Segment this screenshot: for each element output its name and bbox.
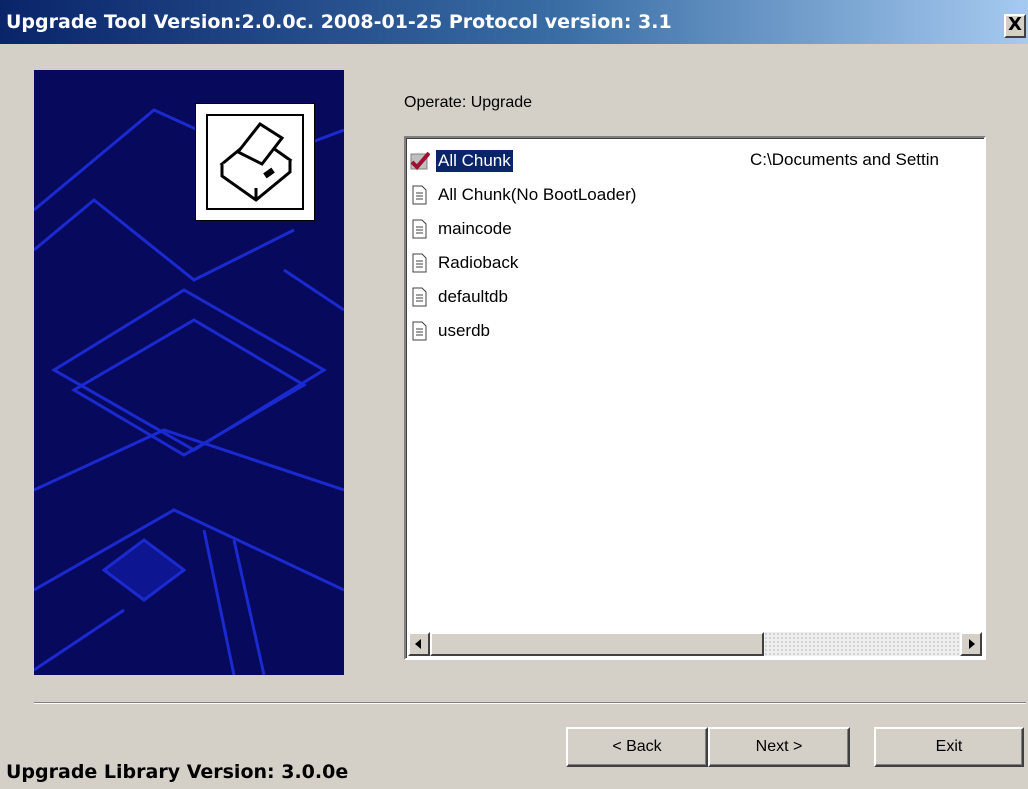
document-icon — [410, 252, 430, 274]
list-item[interactable]: userdb — [410, 314, 984, 348]
list-item[interactable]: maincode — [410, 212, 984, 246]
scroll-right-button[interactable] — [960, 632, 982, 656]
upgrade-logo-icon — [195, 103, 315, 221]
window-title: Upgrade Tool Version:2.0.0c. 2008-01-25 … — [6, 11, 672, 33]
list-item-path: C:\Documents and Settin — [750, 150, 939, 169]
list-item-label: All Chunk(No BootLoader) — [438, 185, 637, 204]
horizontal-scrollbar[interactable] — [408, 632, 982, 656]
arrow-right-icon — [969, 639, 975, 649]
checkmark-icon — [410, 150, 431, 172]
list-item-label: All Chunk — [436, 150, 513, 172]
title-bar[interactable]: Upgrade Tool Version:2.0.0c. 2008-01-25 … — [0, 0, 1028, 44]
arrow-left-icon — [415, 639, 421, 649]
scrollbar-thumb[interactable] — [430, 632, 764, 656]
document-icon — [410, 320, 430, 342]
operate-label: Operate: Upgrade — [404, 94, 533, 111]
close-button[interactable]: X — [1004, 14, 1026, 38]
exit-button[interactable]: Exit — [874, 727, 1024, 767]
list-item[interactable]: All Chunk C:\Documents and Settin — [410, 144, 984, 178]
list-item[interactable]: defaultdb — [410, 280, 984, 314]
scroll-left-button[interactable] — [408, 632, 430, 656]
list-item[interactable]: Radioback — [410, 246, 984, 280]
list-item-label: maincode — [438, 219, 512, 238]
document-icon — [410, 286, 430, 308]
document-icon — [410, 218, 430, 240]
list-item-label: Radioback — [438, 253, 519, 272]
chunk-list[interactable]: All Chunk C:\Documents and Settin All Ch… — [404, 136, 986, 660]
document-icon — [410, 184, 430, 206]
list-item-label: defaultdb — [438, 287, 508, 306]
list-item-label: userdb — [438, 321, 490, 340]
back-button[interactable]: < Back — [566, 727, 708, 767]
library-version-label: Upgrade Library Version: 3.0.0e — [6, 761, 349, 783]
next-button[interactable]: Next > — [708, 727, 850, 767]
wizard-art-panel — [34, 70, 344, 675]
separator — [34, 702, 1026, 704]
list-item[interactable]: All Chunk(No BootLoader) — [410, 178, 984, 212]
